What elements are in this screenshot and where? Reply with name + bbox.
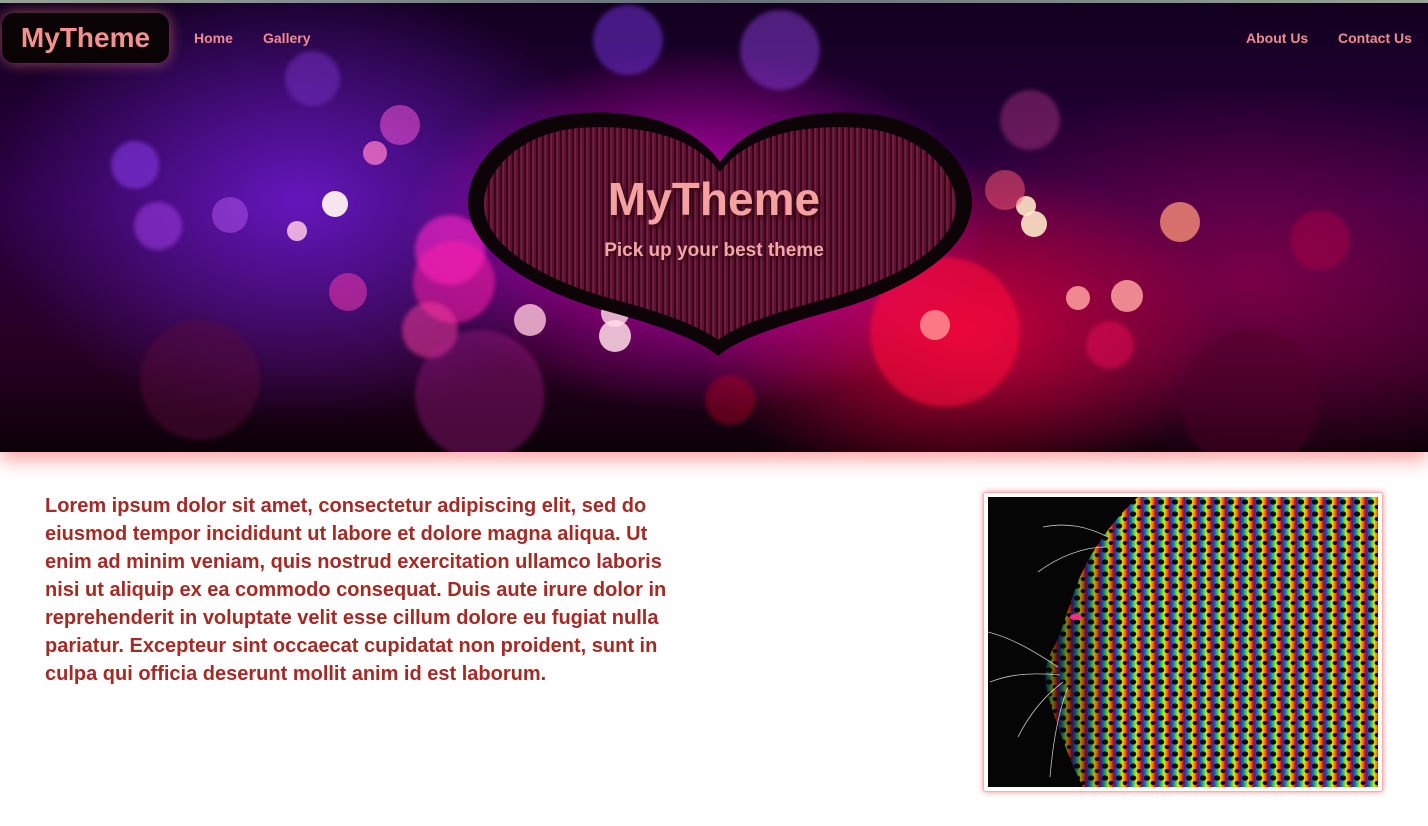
hero-subtitle: Pick up your best theme xyxy=(604,240,824,261)
bokeh-dot xyxy=(1066,286,1090,310)
top-divider xyxy=(0,0,1428,3)
bokeh-dot xyxy=(593,5,663,75)
bokeh-dot xyxy=(329,273,367,311)
nav-home-link[interactable]: Home xyxy=(194,30,233,46)
bokeh-dot xyxy=(284,50,340,106)
nav-gallery-link[interactable]: Gallery xyxy=(263,30,310,46)
nav-contact-link[interactable]: Contact Us xyxy=(1338,30,1412,46)
bokeh-dot xyxy=(740,10,820,90)
bokeh-dot xyxy=(1000,90,1060,150)
nav-about-link[interactable]: About Us xyxy=(1246,30,1308,46)
hero-title: MyTheme xyxy=(607,173,821,225)
heart-icon xyxy=(468,112,972,356)
bokeh-dot xyxy=(1180,330,1320,452)
hero-banner: MyTheme Home Gallery About Us Contact Us… xyxy=(0,0,1428,452)
bokeh-dot xyxy=(705,375,755,425)
bokeh-dot xyxy=(1086,321,1134,369)
intro-paragraph: Lorem ipsum dolor sit amet, consectetur … xyxy=(45,495,667,685)
bokeh-dot xyxy=(140,320,260,440)
leopard-illustration xyxy=(988,497,1378,787)
rainbow-leopard-image xyxy=(988,497,1378,787)
brand-logo-link[interactable]: MyTheme xyxy=(2,13,169,63)
featured-image-frame xyxy=(983,492,1383,792)
bokeh-dot xyxy=(363,141,387,165)
bokeh-dot xyxy=(1111,280,1143,312)
bokeh-dot xyxy=(380,105,420,145)
